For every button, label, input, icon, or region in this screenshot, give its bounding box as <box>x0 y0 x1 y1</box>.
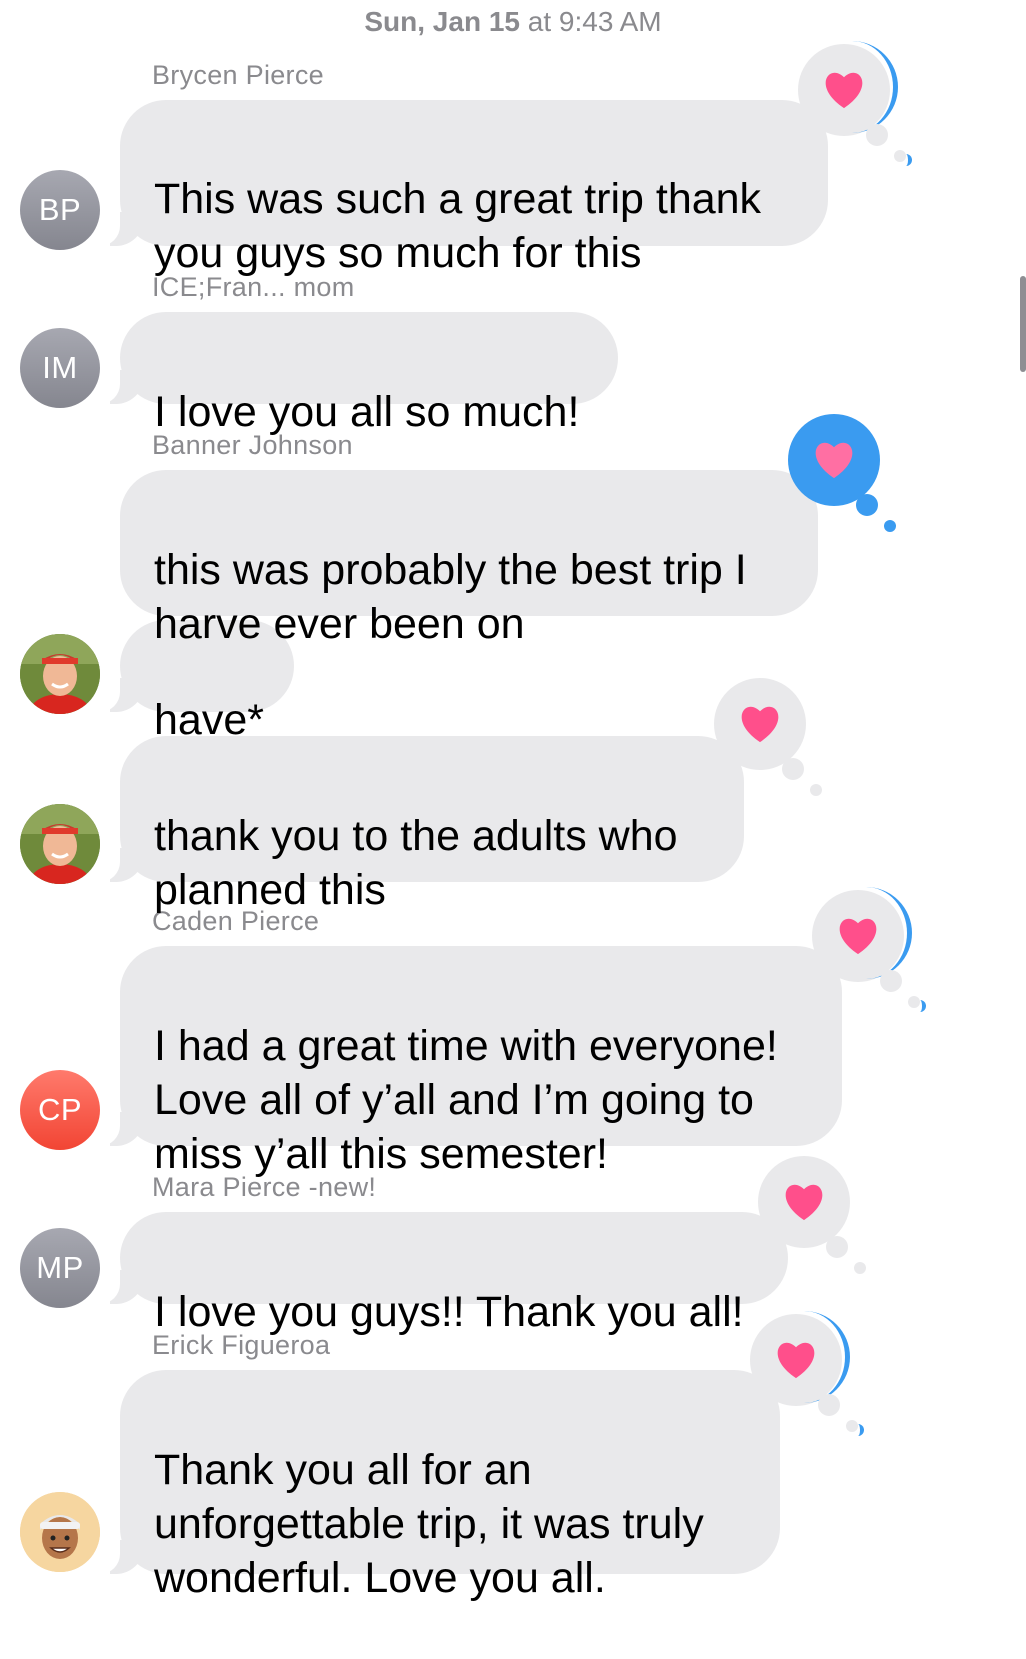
message-bubble[interactable]: I love you guys!! Thank you all! <box>96 1212 788 1336</box>
message-bubble[interactable]: this was probably the best trip I harve … <box>120 470 818 648</box>
heart-reaction-mine[interactable] <box>788 414 896 532</box>
message-text: I had a great time with everyone! Love a… <box>154 1022 778 1178</box>
avatar[interactable]: BP <box>20 170 100 250</box>
message-text: I love you all so much! <box>154 388 580 436</box>
person-photo-icon <box>20 804 100 884</box>
memoji-icon <box>20 1492 100 1572</box>
sender-name: Brycen Pierce <box>152 60 324 90</box>
avatar-photo[interactable] <box>20 634 100 714</box>
person-photo-icon <box>20 634 100 714</box>
heart-icon <box>815 442 853 479</box>
heart-reaction[interactable] <box>812 887 926 1012</box>
heart-icon <box>741 706 779 743</box>
message-text: This was such a great trip thank you guy… <box>154 175 762 277</box>
avatar[interactable]: IM <box>20 328 100 408</box>
heart-icon <box>839 918 877 955</box>
message-bubble[interactable]: I had a great time with everyone! Love a… <box>96 946 842 1178</box>
avatar-initials: CP <box>37 1092 83 1127</box>
heart-reaction[interactable] <box>798 41 912 166</box>
heart-reaction[interactable] <box>714 678 822 796</box>
avatar[interactable]: MP <box>20 1228 100 1308</box>
avatar[interactable]: CP <box>20 1070 100 1150</box>
message-bubble[interactable]: This was such a great trip thank you guy… <box>96 100 828 277</box>
heart-icon <box>777 1342 815 1379</box>
message-text: thank you to the adults who planned this <box>154 812 678 914</box>
message-text: Thank you all for an unforgettable trip,… <box>154 1446 704 1602</box>
avatar-memoji[interactable] <box>20 1492 100 1572</box>
timestamp: Sun, Jan 15 at 9:43 AM <box>0 6 1026 38</box>
message-text: this was probably the best trip I harve … <box>154 546 747 648</box>
heart-icon <box>825 72 863 109</box>
message-bubble[interactable]: Thank you all for an unforgettable trip,… <box>96 1370 780 1602</box>
message-text: I love you guys!! Thank you all! <box>154 1288 744 1336</box>
avatar-initials: BP <box>38 192 82 227</box>
avatar-photo[interactable] <box>20 804 100 884</box>
timestamp-time: at 9:43 AM <box>519 6 662 37</box>
heart-reaction[interactable] <box>750 1311 864 1436</box>
message-bubble[interactable]: I love you all so much! <box>96 312 618 436</box>
message-text: have* <box>154 696 264 744</box>
heart-icon <box>785 1184 823 1221</box>
avatar-initials: IM <box>42 350 78 385</box>
message-bubble[interactable]: thank you to the adults who planned this <box>96 736 744 914</box>
avatar-initials: MP <box>36 1250 84 1285</box>
timestamp-day: Sun, Jan 15 <box>364 6 520 37</box>
scrollbar[interactable] <box>1020 276 1026 372</box>
